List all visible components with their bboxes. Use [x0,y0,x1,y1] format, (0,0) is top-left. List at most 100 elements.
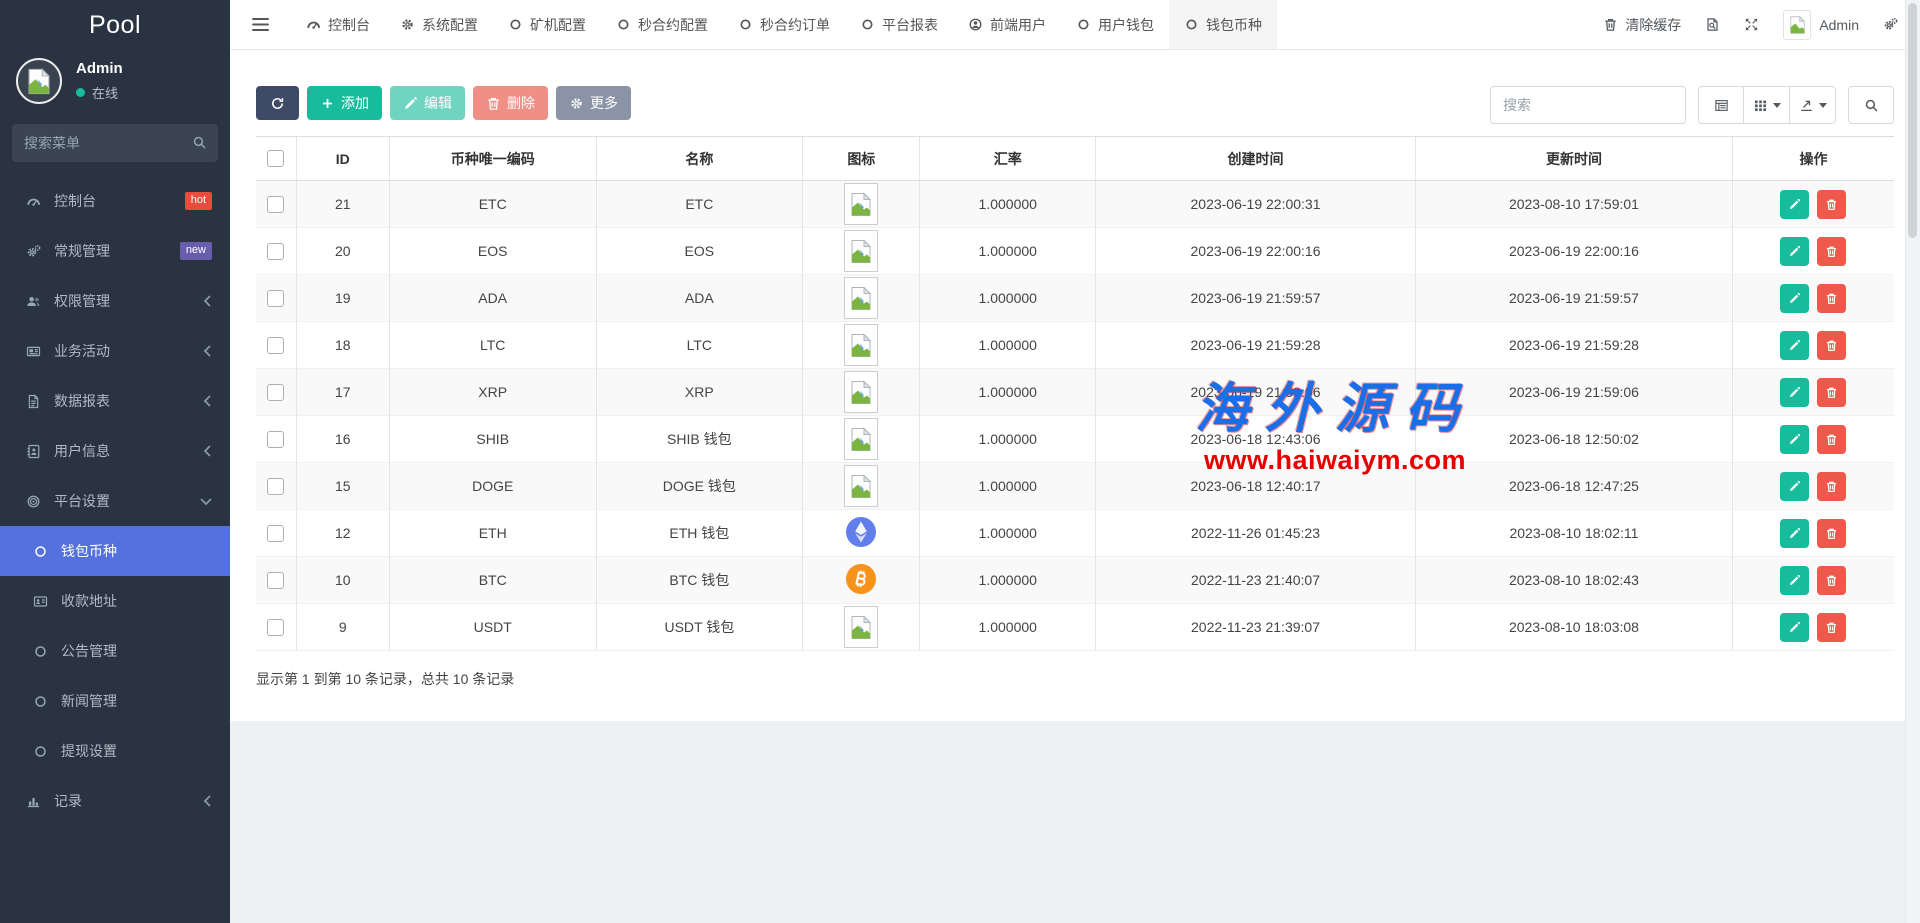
sidebar-item-announcements[interactable]: 公告管理 [0,626,230,676]
sidebar-item-general[interactable]: 常规管理 new [0,226,230,276]
table-row[interactable]: 19 ADA ADA 1.000000 2023-06-19 21:59:57 … [256,275,1894,322]
select-all-checkbox[interactable] [267,150,284,167]
edit-row-button[interactable] [1780,519,1809,548]
edit-row-button[interactable] [1780,190,1809,219]
delete-row-button[interactable] [1817,331,1846,360]
row-checkbox[interactable] [267,525,284,542]
edit-row-button[interactable] [1780,284,1809,313]
tab-miner-config[interactable]: 矿机配置 [493,0,601,49]
column-header-code[interactable]: 币种唯一编码 [389,137,596,181]
table-row[interactable]: 20 EOS EOS 1.000000 2023-06-19 22:00:16 … [256,228,1894,275]
cell-updated: 2023-08-10 18:02:43 [1415,557,1732,604]
edit-row-button[interactable] [1780,472,1809,501]
edit-row-button[interactable] [1780,378,1809,407]
delete-row-button[interactable] [1817,519,1846,548]
edit-row-button[interactable] [1780,613,1809,642]
delete-row-button[interactable] [1817,472,1846,501]
table-row[interactable]: 9 USDT USDT 钱包 1.000000 2022-11-23 21:39… [256,604,1894,651]
search-button[interactable] [1848,86,1894,124]
row-checkbox[interactable] [267,290,284,307]
edit-row-button[interactable] [1780,331,1809,360]
row-checkbox[interactable] [267,478,284,495]
table-row[interactable]: 12 ETH ETH 钱包 1.000000 2022-11-26 01:45:… [256,510,1894,557]
sidebar-item-receive-address[interactable]: 收款地址 [0,576,230,626]
delete-row-button[interactable] [1817,566,1846,595]
clear-cache-button[interactable]: 清除缓存 [1603,15,1681,35]
fullscreen-icon[interactable] [1744,17,1759,32]
column-header-created[interactable]: 创建时间 [1096,137,1416,181]
column-header-icon[interactable]: 图标 [803,137,920,181]
row-checkbox[interactable] [267,196,284,213]
sidebar-item-reports[interactable]: 数据报表 [0,376,230,426]
pencil-icon [1788,433,1801,446]
trash-icon [1603,17,1618,32]
columns-button[interactable] [1744,86,1790,124]
delete-row-button[interactable] [1817,378,1846,407]
sidebar-item-withdraw-settings[interactable]: 提现设置 [0,726,230,776]
sidebar-item-business[interactable]: 业务活动 [0,326,230,376]
table-row[interactable]: 15 DOGE DOGE 钱包 1.000000 2023-06-18 12:4… [256,463,1894,510]
row-checkbox[interactable] [267,619,284,636]
settings-cogs-icon[interactable] [1883,17,1898,32]
delete-row-button[interactable] [1817,425,1846,454]
pencil-icon [1788,245,1801,258]
scrollbar-thumb[interactable] [1908,3,1917,238]
refresh-button[interactable] [256,86,299,120]
delete-row-button[interactable] [1817,284,1846,313]
row-checkbox[interactable] [267,337,284,354]
edit-row-button[interactable] [1780,425,1809,454]
sidebar-item-permissions[interactable]: 权限管理 [0,276,230,326]
edit-button[interactable]: 编辑 [390,86,465,120]
menu-search-input[interactable] [12,124,218,162]
delete-row-button[interactable] [1817,190,1846,219]
admin-menu[interactable]: Admin [1783,10,1859,40]
tab-seconds-contract-orders[interactable]: 秒合约订单 [723,0,845,49]
row-checkbox[interactable] [267,243,284,260]
tab-system-config[interactable]: 系统配置 [385,0,493,49]
sidebar-item-platform-settings[interactable]: 平台设置 [0,476,230,526]
add-button[interactable]: 添加 [307,86,382,120]
tab-platform-reports[interactable]: 平台报表 [845,0,953,49]
table-search-input[interactable] [1490,86,1686,124]
table-row[interactable]: 17 XRP XRP 1.000000 2023-06-19 21:59:06 … [256,369,1894,416]
tab-user-wallets[interactable]: 用户钱包 [1061,0,1169,49]
detail-view-button[interactable] [1698,86,1744,124]
page-search-icon[interactable] [1705,17,1720,32]
table-row[interactable]: 10 BTC BTC 钱包 1.000000 2022-11-23 21:40:… [256,557,1894,604]
gear-icon [569,96,584,111]
cell-code: ADA [389,275,596,322]
column-header-rate[interactable]: 汇率 [920,137,1096,181]
tab-seconds-contract-config[interactable]: 秒合约配置 [601,0,723,49]
column-header-updated[interactable]: 更新时间 [1415,137,1732,181]
sidebar-item-user-info[interactable]: 用户信息 [0,426,230,476]
table-row[interactable]: 18 LTC LTC 1.000000 2023-06-19 21:59:28 … [256,322,1894,369]
tab-dashboard[interactable]: 控制台 [291,0,385,49]
pencil-icon [1788,198,1801,211]
column-header-name[interactable]: 名称 [596,137,803,181]
sidebar-item-news[interactable]: 新闻管理 [0,676,230,726]
column-header-id[interactable]: ID [296,137,389,181]
hamburger-menu-icon[interactable] [230,0,291,49]
more-button[interactable]: 更多 [556,86,631,120]
row-checkbox[interactable] [267,572,284,589]
export-button[interactable] [1790,86,1836,124]
edit-row-button[interactable] [1780,566,1809,595]
cell-updated: 2023-06-19 21:59:57 [1415,275,1732,322]
table-row[interactable]: 16 SHIB SHIB 钱包 1.000000 2023-06-18 12:4… [256,416,1894,463]
delete-row-button[interactable] [1817,237,1846,266]
delete-row-button[interactable] [1817,613,1846,642]
cell-id: 10 [296,557,389,604]
tab-frontend-users[interactable]: 前端用户 [953,0,1061,49]
edit-row-button[interactable] [1780,237,1809,266]
tab-wallet-coins[interactable]: 钱包币种 [1169,0,1277,49]
row-checkbox[interactable] [267,384,284,401]
table-row[interactable]: 21 ETC ETC 1.000000 2023-06-19 22:00:31 … [256,181,1894,228]
sidebar-item-dashboard[interactable]: 控制台 hot [0,176,230,226]
avatar[interactable] [16,58,62,104]
vertical-scrollbar[interactable] [1905,0,1920,923]
row-checkbox[interactable] [267,431,284,448]
sidebar-item-wallet-coins[interactable]: 钱包币种 [0,526,230,576]
delete-button[interactable]: 删除 [473,86,548,120]
cell-updated: 2023-08-10 18:03:08 [1415,604,1732,651]
sidebar-item-records[interactable]: 记录 [0,776,230,826]
